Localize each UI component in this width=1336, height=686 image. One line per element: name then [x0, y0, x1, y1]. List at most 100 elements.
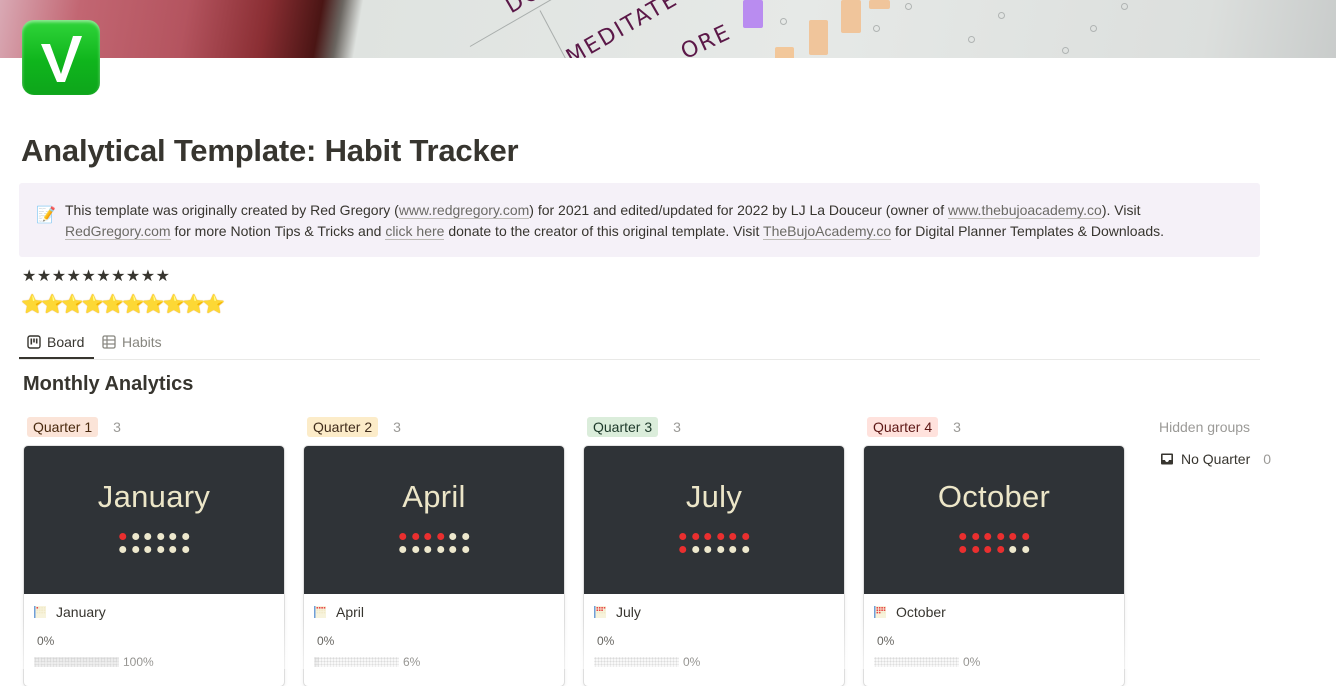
month-dot-empty [169, 533, 177, 540]
callout-text-segment: ). Visit [1101, 202, 1141, 218]
board-icon [27, 334, 41, 349]
table-icon [102, 335, 116, 349]
callout-text-segment: for Digital Planner Templates & Download… [891, 223, 1165, 239]
progress-bar [314, 657, 399, 667]
cover-dot [998, 12, 1005, 19]
link-redgregory[interactable]: www.redgregory.com [398, 202, 530, 219]
month-dot-empty [461, 546, 469, 553]
card-property-percent: 0% [597, 634, 615, 648]
board-title[interactable]: Monthly Analytics [23, 373, 193, 396]
group-header-quarter-2[interactable]: Quarter 2 3 [307, 417, 401, 437]
card-cover-month: January [97, 479, 211, 514]
progress-value: 100% [123, 655, 154, 669]
group-count: 3 [393, 419, 401, 435]
memo-pencil-icon: 📝 [36, 207, 56, 224]
cover-dot [1090, 25, 1097, 32]
link-donate[interactable]: click here [385, 223, 445, 240]
cover-dot [905, 3, 912, 10]
month-dot-empty [181, 533, 189, 540]
month-dot-empty [691, 546, 699, 553]
month-dot-filled [704, 533, 712, 540]
card-property-percent: 0% [317, 634, 335, 648]
info-callout: 📝 This template was originally created b… [19, 183, 1260, 257]
tab-habits-label: Habits [122, 334, 162, 350]
group-header-quarter-3[interactable]: Quarter 3 3 [587, 417, 681, 437]
progress-bar-fill [314, 657, 320, 667]
cover-dot [1062, 47, 1069, 54]
cover-image[interactable]: DO MEDITATE ORE [0, 0, 1336, 58]
card-title[interactable]: July [593, 604, 641, 620]
month-dot-filled [996, 546, 1004, 553]
month-progress-dots [959, 533, 1029, 553]
month-dot-empty [156, 546, 164, 553]
progress-bar [874, 657, 959, 667]
month-dot-filled [436, 533, 444, 540]
cover-marker-orange [869, 0, 890, 9]
callout-text: This template was originally created by … [65, 200, 1245, 242]
card-property-percent: 0% [877, 634, 895, 648]
progress-bar [594, 657, 679, 667]
white-check-mark-icon[interactable] [22, 20, 100, 95]
month-dot-filled [971, 546, 979, 553]
board-card-october[interactable]: October October 0% 0% [864, 446, 1124, 686]
board-card-january[interactable]: January January 0% 100% [24, 446, 284, 686]
callout-text-segment: This template was originally created by … [65, 202, 399, 218]
callout-text-segment: for more Notion Tips & Tricks and [170, 223, 386, 239]
month-dot-empty [716, 546, 724, 553]
cover-marker-purple [743, 0, 763, 28]
group-count: 3 [113, 419, 121, 435]
month-dot-filled [119, 533, 127, 540]
hidden-group-no-quarter[interactable]: No Quarter 0 [1160, 451, 1271, 467]
link-thebujoacademy[interactable]: www.thebujoacademy.co [948, 202, 1102, 219]
month-dot-filled [1009, 533, 1017, 540]
board-card-july[interactable]: July July 0% 0% [584, 446, 844, 686]
month-progress-dots [399, 533, 469, 553]
month-progress-dots [119, 533, 189, 553]
card-property-percent: 0% [37, 634, 55, 648]
board-card-april[interactable]: April April 0% 6% [304, 446, 564, 686]
month-dot-filled [691, 533, 699, 540]
tab-habits[interactable]: Habits [102, 326, 162, 358]
tab-board[interactable]: Board [19, 326, 94, 359]
group-header-quarter-4[interactable]: Quarter 4 3 [867, 417, 961, 437]
page-title[interactable]: Analytical Template: Habit Tracker [21, 133, 519, 169]
cover-marker-orange [841, 0, 861, 33]
card-title[interactable]: January [33, 604, 106, 620]
month-dot-filled [959, 533, 967, 540]
card-title-text: July [616, 604, 641, 620]
progress-value: 0% [683, 655, 701, 669]
group-label: Quarter 4 [867, 417, 939, 437]
card-title[interactable]: October [873, 604, 946, 620]
card-title[interactable]: April [313, 604, 364, 620]
card-cover: July [584, 446, 844, 594]
group-label: Quarter 1 [27, 417, 99, 437]
card-property-progress: 6% [314, 655, 420, 669]
month-dot-empty [449, 546, 457, 553]
month-dot-filled [424, 533, 432, 540]
card-cover-month: July [685, 479, 743, 514]
month-dot-filled [741, 533, 749, 540]
cover-handwriting: MEDITATE [562, 0, 683, 58]
group-header-quarter-1[interactable]: Quarter 1 3 [27, 417, 121, 437]
card-property-progress: 0% [594, 655, 700, 669]
month-dot-empty [119, 546, 127, 553]
link-redgregory-home[interactable]: RedGregory.com [65, 223, 171, 240]
view-tabs: Board Habits [19, 326, 1260, 360]
calendar-icon [874, 606, 886, 618]
card-property-progress: 0% [874, 655, 980, 669]
link-bujoacademy-home[interactable]: TheBujoAcademy.co [763, 223, 892, 240]
month-dot-filled [399, 533, 407, 540]
cover-handwriting: ORE [677, 20, 736, 58]
month-dot-empty [169, 546, 177, 553]
cover-dot [968, 36, 975, 43]
cover-dot [780, 18, 787, 25]
card-cover: October [864, 446, 1124, 594]
month-dot-filled [984, 533, 992, 540]
month-dot-empty [399, 546, 407, 553]
cover-marker-orange [775, 47, 794, 58]
month-dot-filled [729, 533, 737, 540]
month-dot-filled [959, 546, 967, 553]
callout-text-segment: ) for 2021 and edited/updated for 2022 b… [529, 202, 948, 218]
cover-dot [1121, 3, 1128, 10]
month-dot-filled [679, 546, 687, 553]
